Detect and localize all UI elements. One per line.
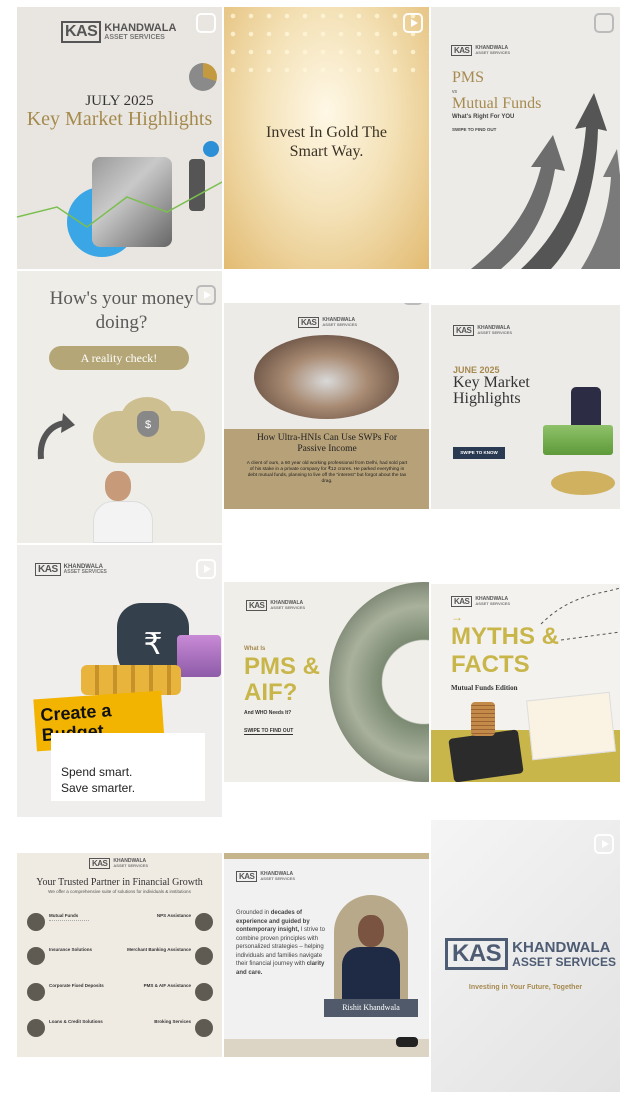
post-title-2: FACTS	[451, 651, 530, 678]
rising-arrows-illustration	[471, 93, 620, 269]
tagline-1: Spend smart.	[61, 765, 133, 779]
post-july-highlights[interactable]: KAS KHANDWALA ASSET SERVICES JULY 2025 Ke…	[17, 7, 222, 269]
service-item: Broking Services	[154, 1019, 213, 1037]
post-title: Your Trusted Partner in Financial Growth	[36, 877, 203, 888]
post-subtitle: Mutual Funds Edition	[451, 684, 518, 692]
money-bag-icon: $	[137, 411, 159, 437]
paper-sheets	[526, 691, 616, 761]
post-founder[interactable]: KAS KHANDWALA ASSET SERVICES Grounded in …	[224, 853, 429, 1057]
curved-arrow-icon	[37, 413, 75, 460]
post-title: How's your money doing?	[49, 288, 194, 333]
post-title: How Ultra-HNIs Can Use SWPs For Passive …	[256, 433, 398, 454]
swipe-button: SWIPE TO KNOW	[453, 447, 505, 459]
portrait-arch	[334, 895, 408, 1007]
post-title: Invest In Gold The Smart Way.	[265, 124, 387, 160]
post-body: Grounded in decades of experience and gu…	[236, 910, 326, 976]
founder-name-plate: Rishit Khandwala	[324, 999, 418, 1017]
reel-icon	[403, 13, 423, 33]
service-icon	[195, 983, 213, 1001]
coins-hands-photo	[254, 335, 399, 419]
service-item: NPS Assistance	[157, 913, 213, 931]
founder-face	[358, 915, 384, 947]
post-gold[interactable]: Invest In Gold The Smart Way.	[224, 7, 429, 269]
service-item: Mutual Funds	[27, 913, 89, 931]
service-item: Insurance Solutions	[27, 947, 92, 965]
top-stripe	[224, 853, 429, 859]
tagline-2: Save smarter.	[61, 781, 136, 795]
brand-logo: KAS KHANDWALA ASSET SERVICES	[246, 600, 305, 611]
post-title-1: PMS &	[244, 653, 321, 680]
service-icon	[27, 1019, 45, 1037]
post-title: Key Market Highlights	[453, 374, 530, 407]
multi-post-icon	[403, 303, 423, 305]
service-icon	[195, 913, 213, 931]
post-pms-vs-mf[interactable]: KAS KHANDWALA ASSET SERVICES PMS vs Mutua…	[431, 7, 620, 269]
service-icon	[27, 947, 45, 965]
founder-suit	[342, 947, 400, 1007]
gold-dots	[224, 7, 429, 77]
service-item: Loans & Credit Solutions	[27, 1019, 103, 1037]
service-icon	[195, 947, 213, 965]
post-money-doing[interactable]: How's your money doing? A reality check!…	[17, 271, 222, 543]
reel-icon	[594, 834, 614, 854]
calculator-illustration	[448, 729, 524, 782]
post-title-2: AIF?	[244, 679, 298, 706]
post-services[interactable]: KAS KHANDWALA ASSET SERVICES Your Trusted…	[17, 853, 222, 1057]
post-create-budget[interactable]: KAS KHANDWALAASSET SERVICES ₹ Create a B…	[17, 545, 222, 817]
service-icon	[27, 913, 45, 931]
post-pms-aif[interactable]: KAS KHANDWALA ASSET SERVICES What Is PMS …	[224, 582, 429, 782]
service-icon	[27, 983, 45, 1001]
brand-tagline: Investing in Your Future, Together	[468, 984, 583, 991]
man-portrait	[93, 471, 153, 543]
service-item: Merchant Banking Assistance	[127, 947, 213, 965]
reel-icon	[196, 559, 216, 579]
service-item: PMS & AIF Assistance	[144, 983, 213, 1001]
service-icon	[195, 1019, 213, 1037]
post-title-1: MYTHS &	[451, 623, 559, 650]
post-subtitle: And WHO Needs It?	[244, 710, 292, 716]
services-grid: Mutual Funds NPS Assistance Insurance So…	[27, 905, 213, 1055]
bull-icon	[396, 1037, 418, 1047]
service-item: Corporate Fixed Deposits	[27, 983, 104, 1001]
brand-logo: KAS KHANDWALA ASSET SERVICES	[298, 317, 357, 328]
brand-logo: KAS KHANDWALA ASSET SERVICES	[445, 938, 616, 970]
brand-logo: KAS KHANDWALA ASSET SERVICES	[453, 325, 512, 336]
gold-coins	[551, 471, 615, 495]
post-question: What Is	[244, 646, 266, 652]
post-june-highlights[interactable]: KAS KHANDWALA ASSET SERVICES JUNE 2025 Ke…	[431, 305, 620, 509]
post-myths-facts[interactable]: KAS KHANDWALA ASSET SERVICES → MYTHS & FA…	[431, 584, 620, 782]
reality-check-pill: A reality check!	[49, 346, 189, 370]
arrow-glyph: →	[451, 610, 463, 624]
brand-logo: KAS KHANDWALA ASSET SERVICES	[236, 871, 295, 882]
coin-stacks	[471, 702, 495, 736]
profile-grid: KAS KHANDWALA ASSET SERVICES JULY 2025 Ke…	[0, 0, 620, 1096]
money-ring-illustration	[329, 582, 429, 782]
post-swp[interactable]: KAS KHANDWALA ASSET SERVICES How Ultra-HN…	[224, 303, 429, 509]
post-brand-card[interactable]: KAS KHANDWALA ASSET SERVICES Investing in…	[431, 820, 620, 1092]
chart-line	[17, 181, 222, 228]
cash-stack	[177, 635, 221, 677]
post-cta: SWIPE TO FIND OUT	[244, 728, 294, 735]
brand-logo: KAS KHANDWALA ASSET SERVICES	[35, 563, 107, 576]
post-body: A client of ours, a 60 year old working …	[246, 461, 408, 484]
brand-logo: KAS KHANDWALA ASSET SERVICES	[89, 858, 148, 869]
money-stack-illustration	[543, 425, 613, 455]
post-subtitle: We offer a comprehensive suite of soluti…	[48, 889, 191, 894]
gold-coins	[81, 665, 181, 695]
